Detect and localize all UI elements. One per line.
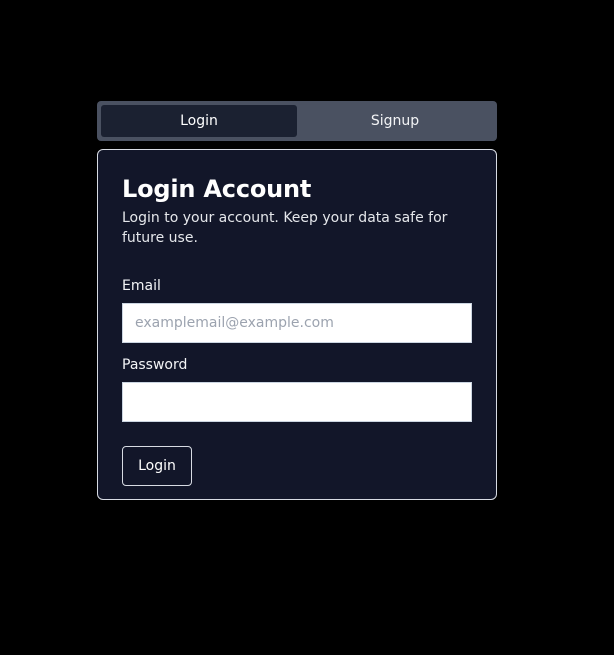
card-description: Login to your account. Keep your data sa… bbox=[122, 210, 448, 246]
password-field[interactable] bbox=[122, 382, 472, 422]
email-label: Email bbox=[122, 278, 161, 294]
login-button[interactable]: Login bbox=[122, 446, 192, 486]
card-title: Login Account bbox=[122, 175, 312, 203]
email-field[interactable] bbox=[122, 303, 472, 343]
login-button-label: Login bbox=[138, 458, 176, 474]
password-label: Password bbox=[122, 357, 188, 373]
auth-tabs: Login Signup bbox=[97, 101, 497, 141]
login-card: Login Account Login to your account. Kee… bbox=[97, 149, 497, 500]
tab-signup[interactable]: Signup bbox=[297, 105, 493, 137]
tab-login[interactable]: Login bbox=[101, 105, 297, 137]
auth-panel: Login Signup Login Account Login to your… bbox=[97, 101, 497, 500]
tab-login-label: Login bbox=[180, 113, 218, 129]
tab-signup-label: Signup bbox=[370, 113, 420, 129]
